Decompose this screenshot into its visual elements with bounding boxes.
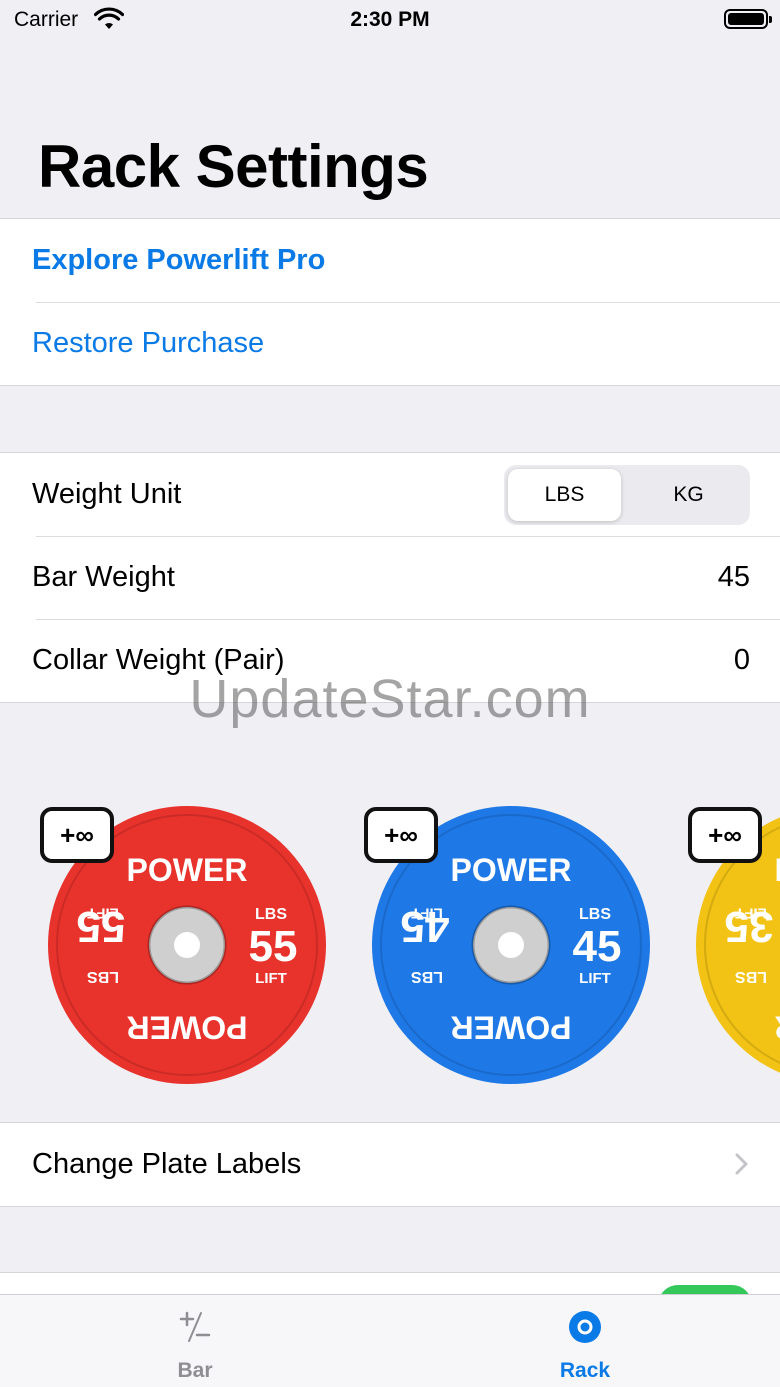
weight-unit-row: Weight Unit LBS KG bbox=[0, 453, 780, 536]
plate-lift-left: LIFT bbox=[411, 905, 443, 922]
plate-bottom-word: POWER bbox=[127, 1010, 248, 1046]
plate-top-word: POWER bbox=[451, 852, 572, 888]
plates-carousel[interactable]: POWER POWER 55 55 LBS LIFT LBS LIFT +∞ POWER POWER… bbox=[3, 779, 780, 1111]
plate-lift-left: LIFT bbox=[87, 905, 119, 922]
tab-label-rack: Rack bbox=[559, 1359, 611, 1382]
plate-lift-right: LIFT bbox=[255, 970, 287, 987]
change-plate-labels-label: Change Plate Labels bbox=[32, 1148, 302, 1180]
chevron-right-icon bbox=[735, 1153, 748, 1175]
bar-weight-label: Bar Weight bbox=[32, 561, 175, 593]
tab-bar-item-bar[interactable]: Bar bbox=[0, 1295, 390, 1387]
unit-option-lbs[interactable]: LBS bbox=[508, 469, 621, 521]
rack-circle-icon bbox=[569, 1311, 601, 1343]
plate-lift-left: LIFT bbox=[735, 905, 767, 922]
restore-purchase-row[interactable]: Restore Purchase bbox=[0, 302, 780, 385]
infinite-quantity-badge[interactable]: +∞ bbox=[688, 807, 762, 863]
weight-unit-segmented-control[interactable]: LBS KG bbox=[504, 465, 750, 525]
page-title: Rack Settings bbox=[38, 133, 429, 200]
weight-unit-label: Weight Unit bbox=[32, 478, 182, 510]
explore-pro-row[interactable]: Explore Powerlift Pro bbox=[0, 219, 780, 302]
plate-weight-right: 55 bbox=[249, 922, 298, 971]
bar-weight-value[interactable]: 45 bbox=[718, 536, 750, 619]
plus-minus-icon bbox=[179, 1311, 211, 1342]
restore-purchase-link[interactable]: Restore Purchase bbox=[32, 302, 264, 385]
plate-top-word: POWER bbox=[127, 852, 248, 888]
plate-top-word: POWER bbox=[775, 852, 780, 888]
change-plate-labels-row[interactable]: Change Plate Labels bbox=[0, 1123, 780, 1206]
battery-icon bbox=[724, 9, 772, 29]
plate-unit-right: LBS bbox=[255, 906, 287, 923]
tab-label-bar: Bar bbox=[177, 1359, 213, 1382]
watermark: UpdateStar.com bbox=[189, 669, 591, 729]
plate-bottom-word: POWER bbox=[775, 1010, 780, 1046]
unit-option-kg[interactable]: KG bbox=[632, 469, 745, 521]
plate-unit-left: LBS bbox=[411, 968, 443, 985]
plate-unit-left: LBS bbox=[735, 968, 767, 985]
plate-bottom-word: POWER bbox=[451, 1010, 572, 1046]
plate-unit-right: LBS bbox=[579, 906, 611, 923]
tab-bar-item-rack[interactable]: Rack bbox=[390, 1295, 780, 1387]
explore-pro-link[interactable]: Explore Powerlift Pro bbox=[32, 219, 325, 302]
plate-weight-right: 45 bbox=[573, 922, 622, 971]
plate-unit-left: LBS bbox=[87, 968, 119, 985]
infinite-quantity-badge[interactable]: +∞ bbox=[40, 807, 114, 863]
status-bar: Carrier 2:30 PM bbox=[0, 0, 780, 40]
purchase-group: Explore Powerlift Pro Restore Purchase bbox=[0, 218, 780, 386]
bar-weight-row[interactable]: Bar Weight 45 bbox=[0, 536, 780, 619]
weight-settings-group: Weight Unit LBS KG Bar Weight 45 Collar … bbox=[0, 452, 780, 703]
clock: 2:30 PM bbox=[350, 8, 430, 31]
plate-lift-right: LIFT bbox=[579, 970, 611, 987]
plate-labels-group: Change Plate Labels bbox=[0, 1122, 780, 1207]
tab-bar: Bar Rack bbox=[0, 1294, 780, 1387]
infinite-quantity-badge[interactable]: +∞ bbox=[364, 807, 438, 863]
